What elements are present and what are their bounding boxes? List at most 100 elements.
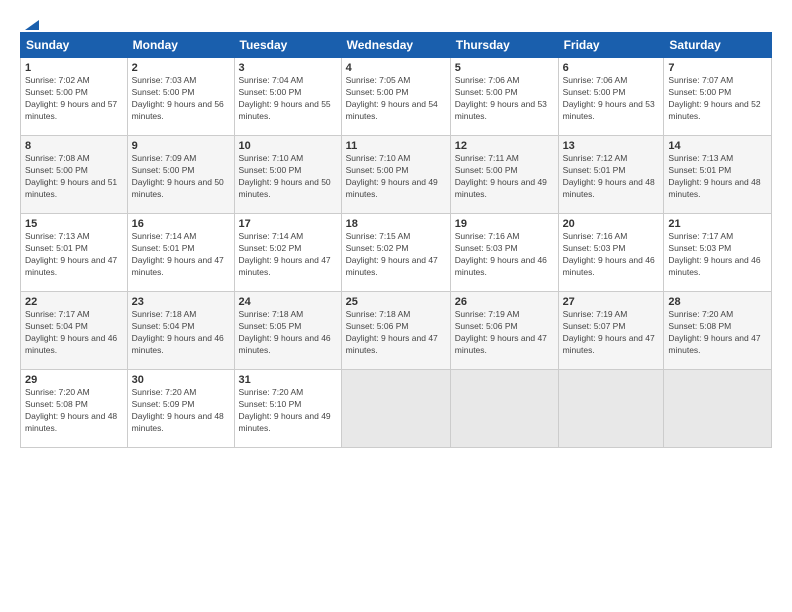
calendar-cell: 8 Sunrise: 7:08 AMSunset: 5:00 PMDayligh…: [21, 136, 128, 214]
day-info: Sunrise: 7:08 AMSunset: 5:00 PMDaylight:…: [25, 153, 117, 199]
day-header-saturday: Saturday: [664, 33, 772, 58]
day-info: Sunrise: 7:19 AMSunset: 5:07 PMDaylight:…: [563, 309, 655, 355]
calendar-cell: 23 Sunrise: 7:18 AMSunset: 5:04 PMDaylig…: [127, 292, 234, 370]
day-number: 8: [25, 140, 123, 152]
day-info: Sunrise: 7:02 AMSunset: 5:00 PMDaylight:…: [25, 75, 117, 121]
day-number: 21: [668, 218, 767, 230]
day-info: Sunrise: 7:05 AMSunset: 5:00 PMDaylight:…: [346, 75, 438, 121]
day-info: Sunrise: 7:03 AMSunset: 5:00 PMDaylight:…: [132, 75, 224, 121]
calendar-page: SundayMondayTuesdayWednesdayThursdayFrid…: [0, 0, 792, 612]
calendar-cell: [450, 370, 558, 448]
calendar-cell: 16 Sunrise: 7:14 AMSunset: 5:01 PMDaylig…: [127, 214, 234, 292]
day-header-thursday: Thursday: [450, 33, 558, 58]
calendar-cell: 30 Sunrise: 7:20 AMSunset: 5:09 PMDaylig…: [127, 370, 234, 448]
calendar-cell: 12 Sunrise: 7:11 AMSunset: 5:00 PMDaylig…: [450, 136, 558, 214]
day-number: 28: [668, 296, 767, 308]
header: [20, 16, 772, 26]
day-number: 7: [668, 62, 767, 74]
calendar-cell: 18 Sunrise: 7:15 AMSunset: 5:02 PMDaylig…: [341, 214, 450, 292]
day-info: Sunrise: 7:18 AMSunset: 5:04 PMDaylight:…: [132, 309, 224, 355]
calendar-week-row: 8 Sunrise: 7:08 AMSunset: 5:00 PMDayligh…: [21, 136, 772, 214]
day-number: 12: [455, 140, 554, 152]
day-info: Sunrise: 7:17 AMSunset: 5:03 PMDaylight:…: [668, 231, 760, 277]
day-number: 1: [25, 62, 123, 74]
day-info: Sunrise: 7:16 AMSunset: 5:03 PMDaylight:…: [563, 231, 655, 277]
calendar-cell: 17 Sunrise: 7:14 AMSunset: 5:02 PMDaylig…: [234, 214, 341, 292]
day-header-friday: Friday: [558, 33, 664, 58]
calendar-week-row: 1 Sunrise: 7:02 AMSunset: 5:00 PMDayligh…: [21, 58, 772, 136]
calendar-cell: 29 Sunrise: 7:20 AMSunset: 5:08 PMDaylig…: [21, 370, 128, 448]
day-info: Sunrise: 7:04 AMSunset: 5:00 PMDaylight:…: [239, 75, 331, 121]
calendar-cell: 22 Sunrise: 7:17 AMSunset: 5:04 PMDaylig…: [21, 292, 128, 370]
calendar-cell: 28 Sunrise: 7:20 AMSunset: 5:08 PMDaylig…: [664, 292, 772, 370]
day-number: 16: [132, 218, 230, 230]
day-number: 24: [239, 296, 337, 308]
day-info: Sunrise: 7:20 AMSunset: 5:10 PMDaylight:…: [239, 387, 331, 433]
logo-icon: [21, 16, 39, 30]
calendar-cell: 9 Sunrise: 7:09 AMSunset: 5:00 PMDayligh…: [127, 136, 234, 214]
calendar-cell: 31 Sunrise: 7:20 AMSunset: 5:10 PMDaylig…: [234, 370, 341, 448]
day-number: 9: [132, 140, 230, 152]
calendar-cell: [341, 370, 450, 448]
day-info: Sunrise: 7:10 AMSunset: 5:00 PMDaylight:…: [239, 153, 331, 199]
calendar-cell: 5 Sunrise: 7:06 AMSunset: 5:00 PMDayligh…: [450, 58, 558, 136]
day-info: Sunrise: 7:17 AMSunset: 5:04 PMDaylight:…: [25, 309, 117, 355]
calendar-cell: 11 Sunrise: 7:10 AMSunset: 5:00 PMDaylig…: [341, 136, 450, 214]
day-number: 20: [563, 218, 660, 230]
day-info: Sunrise: 7:12 AMSunset: 5:01 PMDaylight:…: [563, 153, 655, 199]
day-number: 19: [455, 218, 554, 230]
calendar-cell: 7 Sunrise: 7:07 AMSunset: 5:00 PMDayligh…: [664, 58, 772, 136]
calendar-cell: 14 Sunrise: 7:13 AMSunset: 5:01 PMDaylig…: [664, 136, 772, 214]
day-number: 15: [25, 218, 123, 230]
calendar-cell: [558, 370, 664, 448]
calendar-header-row: SundayMondayTuesdayWednesdayThursdayFrid…: [21, 33, 772, 58]
day-info: Sunrise: 7:06 AMSunset: 5:00 PMDaylight:…: [455, 75, 547, 121]
day-info: Sunrise: 7:06 AMSunset: 5:00 PMDaylight:…: [563, 75, 655, 121]
day-number: 18: [346, 218, 446, 230]
calendar-cell: 24 Sunrise: 7:18 AMSunset: 5:05 PMDaylig…: [234, 292, 341, 370]
day-info: Sunrise: 7:20 AMSunset: 5:08 PMDaylight:…: [25, 387, 117, 433]
calendar-cell: 27 Sunrise: 7:19 AMSunset: 5:07 PMDaylig…: [558, 292, 664, 370]
calendar-week-row: 15 Sunrise: 7:13 AMSunset: 5:01 PMDaylig…: [21, 214, 772, 292]
day-number: 26: [455, 296, 554, 308]
day-number: 5: [455, 62, 554, 74]
calendar-table: SundayMondayTuesdayWednesdayThursdayFrid…: [20, 32, 772, 448]
day-number: 14: [668, 140, 767, 152]
day-number: 22: [25, 296, 123, 308]
calendar-cell: 26 Sunrise: 7:19 AMSunset: 5:06 PMDaylig…: [450, 292, 558, 370]
day-info: Sunrise: 7:09 AMSunset: 5:00 PMDaylight:…: [132, 153, 224, 199]
day-info: Sunrise: 7:16 AMSunset: 5:03 PMDaylight:…: [455, 231, 547, 277]
calendar-cell: 6 Sunrise: 7:06 AMSunset: 5:00 PMDayligh…: [558, 58, 664, 136]
day-info: Sunrise: 7:14 AMSunset: 5:02 PMDaylight:…: [239, 231, 331, 277]
day-info: Sunrise: 7:18 AMSunset: 5:05 PMDaylight:…: [239, 309, 331, 355]
calendar-week-row: 22 Sunrise: 7:17 AMSunset: 5:04 PMDaylig…: [21, 292, 772, 370]
day-number: 13: [563, 140, 660, 152]
day-number: 4: [346, 62, 446, 74]
day-info: Sunrise: 7:18 AMSunset: 5:06 PMDaylight:…: [346, 309, 438, 355]
day-header-monday: Monday: [127, 33, 234, 58]
calendar-cell: 2 Sunrise: 7:03 AMSunset: 5:00 PMDayligh…: [127, 58, 234, 136]
day-number: 31: [239, 374, 337, 386]
day-number: 29: [25, 374, 123, 386]
day-header-sunday: Sunday: [21, 33, 128, 58]
calendar-cell: [664, 370, 772, 448]
calendar-cell: 19 Sunrise: 7:16 AMSunset: 5:03 PMDaylig…: [450, 214, 558, 292]
logo: [20, 16, 40, 26]
calendar-cell: 25 Sunrise: 7:18 AMSunset: 5:06 PMDaylig…: [341, 292, 450, 370]
day-number: 6: [563, 62, 660, 74]
day-info: Sunrise: 7:11 AMSunset: 5:00 PMDaylight:…: [455, 153, 547, 199]
day-number: 2: [132, 62, 230, 74]
day-info: Sunrise: 7:15 AMSunset: 5:02 PMDaylight:…: [346, 231, 438, 277]
day-info: Sunrise: 7:19 AMSunset: 5:06 PMDaylight:…: [455, 309, 547, 355]
day-number: 23: [132, 296, 230, 308]
day-number: 27: [563, 296, 660, 308]
day-number: 17: [239, 218, 337, 230]
day-number: 30: [132, 374, 230, 386]
day-number: 11: [346, 140, 446, 152]
day-header-wednesday: Wednesday: [341, 33, 450, 58]
calendar-cell: 20 Sunrise: 7:16 AMSunset: 5:03 PMDaylig…: [558, 214, 664, 292]
calendar-cell: 4 Sunrise: 7:05 AMSunset: 5:00 PMDayligh…: [341, 58, 450, 136]
calendar-week-row: 29 Sunrise: 7:20 AMSunset: 5:08 PMDaylig…: [21, 370, 772, 448]
day-info: Sunrise: 7:13 AMSunset: 5:01 PMDaylight:…: [25, 231, 117, 277]
day-info: Sunrise: 7:14 AMSunset: 5:01 PMDaylight:…: [132, 231, 224, 277]
